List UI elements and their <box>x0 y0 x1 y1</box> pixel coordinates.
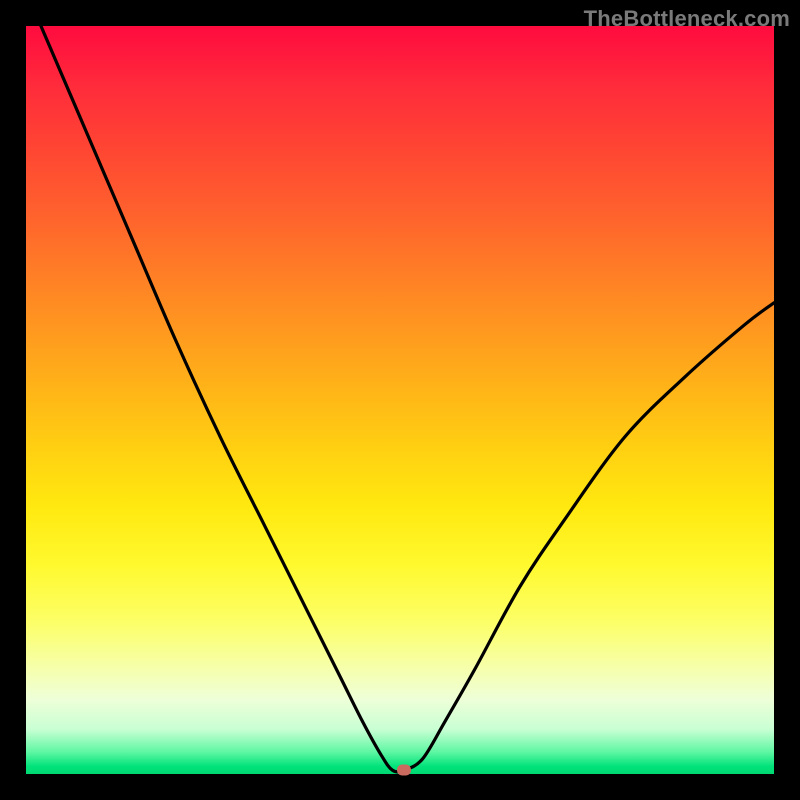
chart-frame: TheBottleneck.com <box>0 0 800 800</box>
watermark-text: TheBottleneck.com <box>584 6 790 32</box>
bottleneck-curve <box>26 26 774 774</box>
optimal-marker <box>397 765 411 776</box>
plot-area <box>26 26 774 774</box>
